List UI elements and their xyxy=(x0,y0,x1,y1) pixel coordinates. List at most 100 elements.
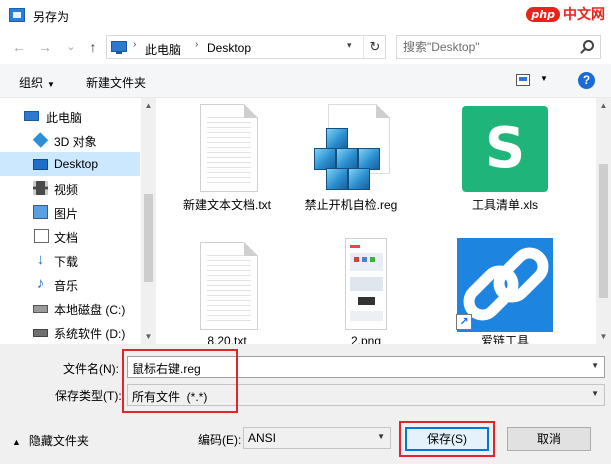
thumb-block xyxy=(350,311,383,321)
thumb-block xyxy=(358,297,375,305)
hide-folders-label: 隐藏文件夹 xyxy=(28,434,89,448)
drive-icon xyxy=(33,329,48,337)
sidebar-scrollbar-thumb[interactable] xyxy=(144,194,153,282)
3d-objects-icon xyxy=(32,132,49,148)
command-toolbar: 组织 ▼ 新建文件夹 ▼ ? xyxy=(0,64,611,98)
chevron-down-icon: ▼ xyxy=(47,80,55,89)
sidebar-item-music[interactable]: ♪ 音乐 xyxy=(0,272,140,296)
file-list-scrollbar[interactable]: ▲ ▼ xyxy=(596,98,611,344)
highlight-box xyxy=(399,421,495,457)
sidebar-item-label: Desktop xyxy=(54,157,99,171)
scroll-up-arrow-icon[interactable]: ▲ xyxy=(141,98,156,113)
sidebar-item-documents[interactable]: 文档 xyxy=(0,224,140,248)
file-item[interactable]: 禁止开机自检.reg xyxy=(298,98,404,230)
computer-icon xyxy=(24,111,39,121)
breadcrumb-desktop[interactable]: Desktop xyxy=(207,41,251,55)
sidebar-item-this-pc[interactable]: 此电脑 xyxy=(0,104,140,128)
scroll-down-arrow-icon[interactable]: ▼ xyxy=(141,329,156,344)
image-file-icon xyxy=(345,238,387,330)
scroll-down-arrow-icon[interactable]: ▼ xyxy=(596,329,611,344)
navigation-bar: ← → ⌄ ↑ › 此电脑 › Desktop ▾ ↻ xyxy=(0,31,611,64)
computer-icon xyxy=(111,41,127,54)
refresh-icon[interactable]: ↻ xyxy=(363,36,386,58)
wps-s-glyph: S xyxy=(484,116,526,181)
search-box[interactable] xyxy=(396,35,601,59)
spreadsheet-file-icon: S xyxy=(462,106,548,192)
file-name: 8.20.txt xyxy=(207,334,247,344)
sidebar-item-drive-d[interactable]: 系统软件 (D:) xyxy=(0,320,140,344)
view-options-icon[interactable] xyxy=(516,74,530,86)
help-icon[interactable]: ? xyxy=(578,72,595,89)
file-list-scrollbar-thumb[interactable] xyxy=(599,164,608,298)
title-bar: 另存为 php 中文网 xyxy=(0,0,611,31)
address-bar[interactable]: › 此电脑 › Desktop ▾ ↻ xyxy=(106,35,386,59)
recent-locations-chevron-icon[interactable]: ⌄ xyxy=(62,38,80,56)
chevron-down-icon[interactable]: ▼ xyxy=(591,389,599,398)
file-name: 2.png xyxy=(350,334,382,344)
sidebar-item-drive-c[interactable]: 本地磁盘 (C:) xyxy=(0,296,140,320)
sidebar-item-label: 下载 xyxy=(54,255,79,269)
file-item[interactable]: 8.20.txt xyxy=(174,236,280,344)
breadcrumb-this-pc[interactable]: 此电脑 xyxy=(145,41,181,58)
thumb-block xyxy=(370,257,375,262)
thumb-block xyxy=(350,245,360,248)
chevron-up-icon: ▲ xyxy=(12,437,21,447)
encoding-select[interactable]: ANSI ▼ xyxy=(243,427,391,449)
hide-folders-toggle[interactable]: ▲ 隐藏文件夹 xyxy=(12,432,89,449)
documents-icon xyxy=(34,229,49,243)
pictures-icon xyxy=(33,205,48,219)
music-icon: ♪ xyxy=(36,275,45,292)
sidebar-item-desktop[interactable]: Desktop xyxy=(0,152,140,176)
cancel-button[interactable]: 取消 xyxy=(507,427,591,451)
file-name: 禁止开机自检.reg xyxy=(304,198,398,212)
registry-cubes-icon xyxy=(312,128,382,192)
file-item[interactable]: S 工具清单.xls xyxy=(452,98,558,218)
chevron-down-icon[interactable]: ▼ xyxy=(377,432,385,441)
file-item[interactable]: ↗ 爱链工具 xyxy=(452,236,558,344)
cube-shape xyxy=(326,128,348,150)
thumb-block xyxy=(350,253,383,271)
watermark-text: 中文网 xyxy=(563,6,605,22)
new-folder-button[interactable]: 新建文件夹 xyxy=(86,74,146,91)
sidebar-item-3d-objects[interactable]: 3D 对象 xyxy=(0,128,140,152)
text-lines xyxy=(207,251,251,321)
organize-menu-button[interactable]: 组织 ▼ xyxy=(19,74,55,91)
search-input[interactable] xyxy=(403,39,573,55)
encoding-label: 编码(E): xyxy=(198,433,242,447)
page-fold xyxy=(244,104,258,118)
sidebar-item-label: 此电脑 xyxy=(46,111,83,125)
sidebar-item-videos[interactable]: 视频 xyxy=(0,176,140,200)
scroll-up-arrow-icon[interactable]: ▲ xyxy=(596,98,611,113)
sidebar-item-label: 文档 xyxy=(54,231,79,245)
cube-shape xyxy=(326,168,348,190)
search-icon[interactable] xyxy=(583,40,594,51)
cube-shape xyxy=(336,148,358,170)
sidebar-item-label: 系统软件 (D:) xyxy=(54,327,126,341)
video-icon xyxy=(33,181,48,195)
text-file-icon xyxy=(200,104,258,192)
forward-arrow-icon[interactable]: → xyxy=(36,38,54,56)
file-item[interactable]: 新建文本文档.txt xyxy=(174,98,280,218)
highlight-box xyxy=(122,349,238,413)
sidebar-item-label: 视频 xyxy=(54,183,79,197)
filename-label: 文件名(N): xyxy=(63,362,119,376)
file-item[interactable]: 2.png xyxy=(313,236,419,344)
sidebar-item-downloads[interactable]: ↓ 下载 xyxy=(0,248,140,272)
thumb-block xyxy=(350,277,383,291)
watermark-badge: php xyxy=(526,6,560,22)
view-dropdown-chevron-icon[interactable]: ▼ xyxy=(540,74,548,83)
save-form: 文件名(N): 鼠标右键.reg ▼ 保存类型(T): 所有文件 (*.*) ▼… xyxy=(0,344,611,464)
breadcrumb-separator-icon: › xyxy=(195,39,199,50)
sidebar-item-label: 图片 xyxy=(54,207,79,221)
shortcut-arrow-icon: ↗ xyxy=(456,314,472,330)
page-fold xyxy=(244,242,258,256)
chevron-down-icon[interactable]: ▼ xyxy=(591,361,599,370)
back-arrow-icon[interactable]: ← xyxy=(10,38,28,56)
drive-icon xyxy=(33,305,48,313)
address-dropdown-chevron-icon[interactable]: ▾ xyxy=(347,40,352,51)
watermark-logo: php 中文网 xyxy=(526,4,605,24)
sidebar-item-pictures[interactable]: 图片 xyxy=(0,200,140,224)
navigation-pane: 此电脑 3D 对象 Desktop 视频 图片 文档 ↓ 下载 ♪ 音乐 本地磁… xyxy=(0,98,156,344)
up-arrow-icon[interactable]: ↑ xyxy=(84,38,102,56)
cube-shape xyxy=(348,168,370,190)
